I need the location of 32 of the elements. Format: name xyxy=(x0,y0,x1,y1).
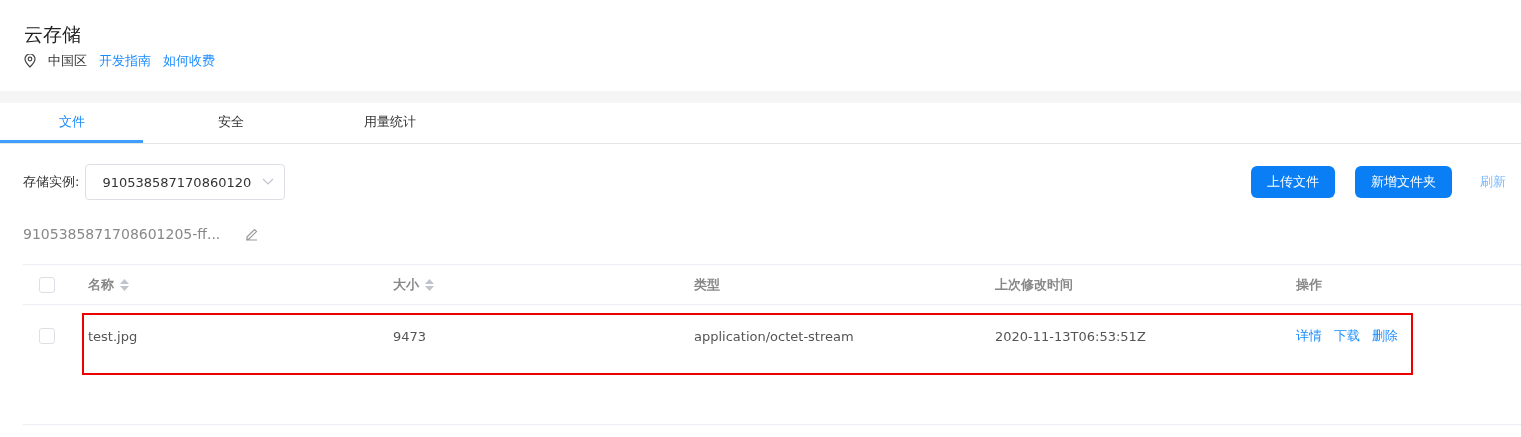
current-path: 9105385871708601205-ff... xyxy=(23,226,221,242)
refresh-link[interactable]: 刷新 xyxy=(1480,173,1506,191)
page-title: 云存储 xyxy=(24,22,82,46)
row-checkbox[interactable] xyxy=(39,328,55,344)
edit-icon[interactable] xyxy=(244,226,260,242)
tab[interactable]: 安全 xyxy=(159,103,302,143)
row-action-link[interactable]: 删除 xyxy=(1372,327,1398,345)
table-cell-text: 2020-11-13T06:53:51Z xyxy=(995,328,1147,344)
table-cell-text: 9473 xyxy=(393,328,428,344)
header-link[interactable]: 开发指南 xyxy=(99,52,151,70)
header-link[interactable]: 如何收费 xyxy=(163,52,215,70)
table-cell-text: test.jpg xyxy=(88,328,139,344)
table-cell-text: application/octet-stream xyxy=(694,328,855,344)
sort-icon[interactable] xyxy=(425,278,434,291)
row-action-link[interactable]: 下载 xyxy=(1334,327,1360,345)
tab[interactable]: 用量统计 xyxy=(318,103,461,143)
instance-label: 存储实例: xyxy=(23,173,80,191)
column-header: 类型 xyxy=(694,275,720,294)
sort-icon[interactable] xyxy=(120,278,129,291)
row-action-link[interactable]: 详情 xyxy=(1296,327,1322,345)
column-header: 名称 xyxy=(88,275,114,294)
tab[interactable]: 文件 xyxy=(0,103,143,143)
select-all-checkbox[interactable] xyxy=(39,276,55,293)
column-header: 操作 xyxy=(1296,275,1322,294)
primary-button[interactable]: 上传文件 xyxy=(1251,166,1335,198)
chevron-down-icon[interactable] xyxy=(262,178,275,186)
instance-select[interactable]: 910538587170860120 xyxy=(85,164,286,200)
column-header: 大小 xyxy=(393,275,419,294)
region-label: 中国区 xyxy=(48,52,87,70)
location-pin-icon xyxy=(24,54,36,68)
column-header: 上次修改时间 xyxy=(995,275,1073,294)
primary-button[interactable]: 新增文件夹 xyxy=(1355,166,1452,198)
